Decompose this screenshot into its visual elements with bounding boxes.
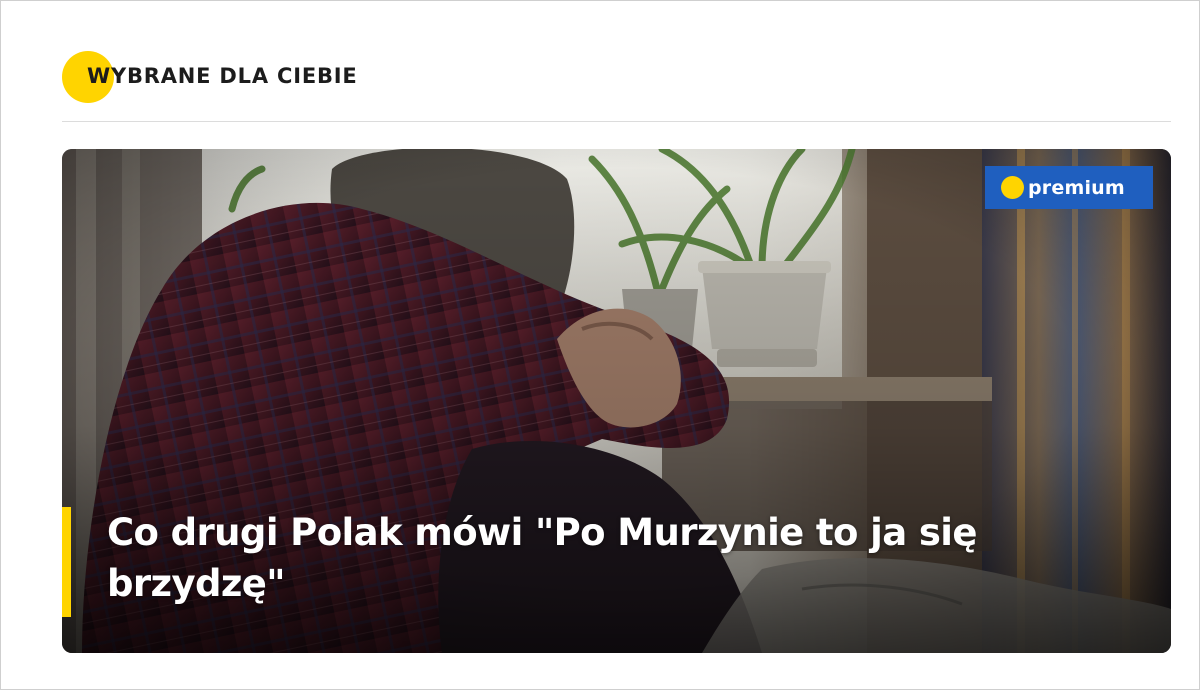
premium-badge: premium — [985, 166, 1153, 209]
section-header: WYBRANE DLA CIEBIE — [62, 49, 762, 105]
article-card[interactable]: premium Co drugi Polak mówi "Po Murzynie… — [62, 149, 1171, 653]
headline-accent-bar — [62, 507, 71, 617]
premium-dot-icon — [1001, 176, 1024, 199]
section-title: WYBRANE DLA CIEBIE — [87, 64, 358, 88]
premium-label: premium — [1028, 176, 1125, 199]
page-frame: WYBRANE DLA CIEBIE premium Co drugi Pola… — [0, 0, 1200, 690]
section-divider — [62, 121, 1171, 122]
article-headline[interactable]: Co drugi Polak mówi "Po Murzynie to ja s… — [107, 507, 1107, 609]
